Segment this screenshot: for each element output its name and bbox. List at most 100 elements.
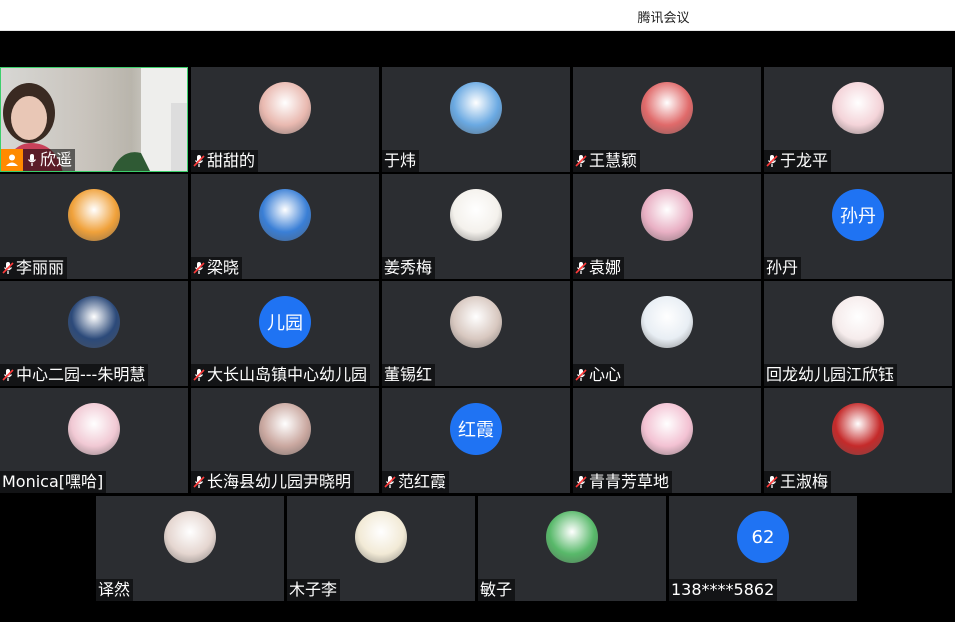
participant-tile[interactable]: 红霞 范红霞 xyxy=(382,388,570,493)
participant-tile[interactable]: 王慧颖 xyxy=(573,67,761,172)
avatar xyxy=(68,403,120,455)
participant-nameplate: 敏子 xyxy=(478,579,516,601)
participant-nameplate: 袁娜 xyxy=(573,257,625,279)
avatar-initials: 62 xyxy=(751,526,775,548)
participant-tile[interactable]: 于炜 xyxy=(382,67,570,172)
participant-name: 于炜 xyxy=(384,151,417,170)
participant-tile[interactable]: 回龙幼儿园江欣钰 xyxy=(764,281,952,386)
participant-name: 姜秀梅 xyxy=(384,258,433,277)
participant-name: 王淑梅 xyxy=(780,472,829,491)
participant-name: 敏子 xyxy=(480,580,513,599)
participant-tile[interactable]: 62 138****5862 xyxy=(669,496,857,601)
participant-tile[interactable]: 王淑梅 xyxy=(764,388,952,493)
avatar xyxy=(450,189,502,241)
participant-nameplate: 心心 xyxy=(573,364,625,386)
participant-nameplate: 姜秀梅 xyxy=(382,257,436,279)
participant-nameplate: 王慧颖 xyxy=(573,150,641,172)
participant-nameplate: 于龙平 xyxy=(764,150,832,172)
avatar-initials: 儿园 xyxy=(267,313,303,334)
participant-name: 孙丹 xyxy=(766,258,799,277)
participant-tile[interactable]: 儿园 大长山岛镇中心幼儿园 xyxy=(191,281,379,386)
mic-muted-icon xyxy=(2,368,14,382)
participant-nameplate: 王淑梅 xyxy=(764,471,832,493)
avatar xyxy=(259,403,311,455)
avatar xyxy=(546,511,598,563)
participant-tile[interactable]: 敏子 xyxy=(478,496,666,601)
participant-tile[interactable]: 姜秀梅 xyxy=(382,174,570,279)
participant-nameplate: 李丽丽 xyxy=(0,257,68,279)
participant-nameplate: 欣遥 xyxy=(1,149,76,171)
participant-nameplate: 回龙幼儿园江欣钰 xyxy=(764,364,898,386)
host-user-icon xyxy=(1,149,23,171)
avatar xyxy=(641,189,693,241)
avatar xyxy=(832,403,884,455)
mic-muted-icon xyxy=(575,368,587,382)
avatar xyxy=(832,296,884,348)
participant-name: 138****5862 xyxy=(671,580,775,599)
participant-tile[interactable]: 甜甜的 xyxy=(191,67,379,172)
avatar xyxy=(450,296,502,348)
participant-nameplate: 青青芳草地 xyxy=(573,471,673,493)
participant-tile[interactable]: 梁晓 xyxy=(191,174,379,279)
avatar: 62 xyxy=(737,511,789,563)
participant-name: 范红霞 xyxy=(398,472,447,491)
participant-nameplate: 大长山岛镇中心幼儿园 xyxy=(191,364,371,386)
participant-tile[interactable]: 欣遥 xyxy=(0,67,188,172)
participant-name: 木子李 xyxy=(289,580,338,599)
avatar xyxy=(259,82,311,134)
avatar xyxy=(832,82,884,134)
avatar-initials: 红霞 xyxy=(458,420,494,441)
participant-name: 甜甜的 xyxy=(207,151,256,170)
avatar xyxy=(450,82,502,134)
participant-nameplate: 木子李 xyxy=(287,579,341,601)
mic-muted-icon xyxy=(766,154,778,168)
mic-muted-icon xyxy=(193,475,205,489)
participant-name: 王慧颖 xyxy=(589,151,638,170)
title-bar: 腾讯会议 xyxy=(0,0,955,31)
participant-tile[interactable]: 长海县幼儿园尹晓明 xyxy=(191,388,379,493)
avatar: 孙丹 xyxy=(832,189,884,241)
avatar xyxy=(641,296,693,348)
participant-tile[interactable]: 心心 xyxy=(573,281,761,386)
mic-muted-icon xyxy=(575,154,587,168)
participant-name: 中心二园---朱明慧 xyxy=(16,365,146,384)
participant-tile[interactable]: 译然 xyxy=(96,496,284,601)
participant-tile[interactable]: Monica[嘿哈] xyxy=(0,388,188,493)
participant-tile[interactable]: 孙丹 孙丹 xyxy=(764,174,952,279)
mic-icon xyxy=(26,153,38,167)
avatar xyxy=(641,82,693,134)
participant-nameplate: 于炜 xyxy=(382,150,420,172)
avatar xyxy=(259,189,311,241)
mic-muted-icon xyxy=(575,475,587,489)
participant-tile[interactable]: 青青芳草地 xyxy=(573,388,761,493)
avatar: 红霞 xyxy=(450,403,502,455)
avatar xyxy=(355,511,407,563)
participant-nameplate: 中心二园---朱明慧 xyxy=(0,364,149,386)
participant-tile[interactable]: 木子李 xyxy=(287,496,475,601)
participant-name: 欣遥 xyxy=(40,150,73,169)
participant-nameplate: 长海县幼儿园尹晓明 xyxy=(191,471,355,493)
avatar: 儿园 xyxy=(259,296,311,348)
participant-tile[interactable]: 中心二园---朱明慧 xyxy=(0,281,188,386)
participant-name: 心心 xyxy=(589,365,622,384)
mic-muted-icon xyxy=(193,154,205,168)
participant-tile[interactable]: 于龙平 xyxy=(764,67,952,172)
participant-tile[interactable]: 袁娜 xyxy=(573,174,761,279)
participant-name: 译然 xyxy=(98,580,131,599)
participant-nameplate: 译然 xyxy=(96,579,134,601)
participant-name: 青青芳草地 xyxy=(589,472,670,491)
mic-muted-icon xyxy=(2,261,14,275)
participant-name: Monica[嘿哈] xyxy=(2,472,104,491)
avatar xyxy=(164,511,216,563)
participant-tile[interactable]: 李丽丽 xyxy=(0,174,188,279)
participant-tile[interactable]: 董锡红 xyxy=(382,281,570,386)
participant-nameplate: 甜甜的 xyxy=(191,150,259,172)
participant-name: 回龙幼儿园江欣钰 xyxy=(766,365,895,384)
participant-name: 大长山岛镇中心幼儿园 xyxy=(207,365,368,384)
window-title: 腾讯会议 xyxy=(637,11,690,26)
avatar xyxy=(641,403,693,455)
participant-nameplate: Monica[嘿哈] xyxy=(0,471,107,493)
avatar-initials: 孙丹 xyxy=(840,206,876,227)
participant-nameplate: 董锡红 xyxy=(382,364,436,386)
avatar xyxy=(68,296,120,348)
